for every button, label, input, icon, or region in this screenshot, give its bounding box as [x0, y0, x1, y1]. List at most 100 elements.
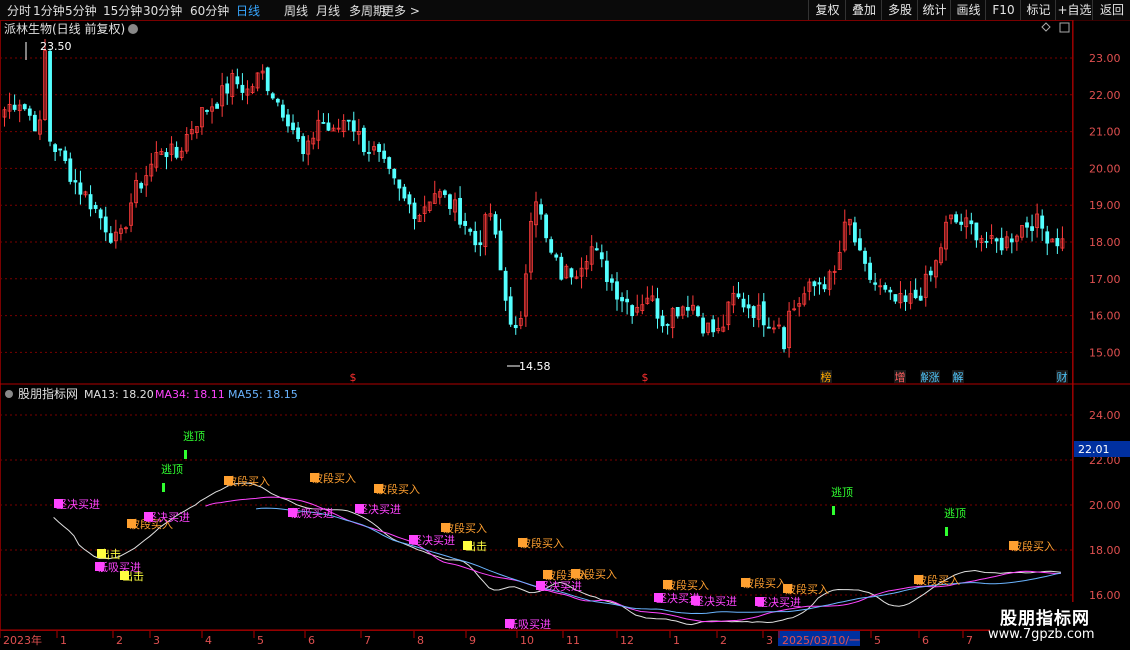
escape-top-bar — [162, 483, 165, 492]
candle-body — [751, 306, 756, 318]
event-marker-5: 涨 — [929, 371, 940, 384]
candle-body — [53, 144, 58, 152]
signal-decisive_buy: 坚决买进 — [757, 596, 801, 609]
candle-body — [549, 239, 554, 253]
signal-wave_buy: 波段买入 — [916, 573, 960, 587]
candle-body — [78, 182, 83, 195]
period-tab-2[interactable]: 5分钟 — [65, 2, 97, 19]
candle-body — [12, 104, 17, 110]
candle-body — [108, 233, 113, 243]
toolbar-button-6[interactable]: 标记 — [1020, 0, 1056, 20]
period-tab-5[interactable]: 60分钟 — [190, 2, 229, 19]
candle-body — [1030, 226, 1034, 231]
signal-wave_buy: 波段买入 — [312, 471, 356, 485]
candle-body — [594, 248, 599, 251]
signal-absorb_buy: 低吸买进 — [507, 618, 551, 631]
period-tab-8[interactable]: 月线 — [316, 2, 340, 19]
candle-body — [1055, 238, 1060, 247]
candle-body — [412, 202, 417, 220]
event-marker-1: $ — [642, 371, 649, 384]
time-axis-label: 5 — [257, 634, 264, 647]
panel-maximize-icon[interactable] — [1059, 22, 1070, 33]
candle-body — [903, 295, 908, 302]
toolbar-button-2[interactable]: 多股 — [881, 0, 918, 20]
indicator-dropdown-icon[interactable] — [5, 390, 13, 398]
period-tab-10[interactable]: 更多 > — [382, 2, 420, 19]
signal-escape_top: 逃顶 — [183, 430, 205, 443]
time-axis-label: 1 — [60, 634, 67, 647]
time-axis-label: 2 — [720, 634, 727, 647]
candle-body — [610, 278, 614, 283]
candle-body — [959, 221, 964, 225]
candle-body — [473, 230, 478, 246]
escape-top-bar — [832, 506, 835, 515]
candle-body — [346, 119, 351, 122]
candle-body — [291, 122, 295, 131]
candle-body — [397, 179, 402, 189]
toolbar: 分时 1分钟 5分钟 15分钟 30分钟 60分钟 日线 周线 月线 多周期 更多 > 复权 叠加 多股统… — [0, 0, 1130, 21]
candle-body — [103, 216, 108, 233]
candle-body — [513, 324, 518, 329]
signal-wave_buy: 波段买入 — [520, 536, 564, 550]
candle-body — [235, 76, 240, 85]
toolbar-button-7[interactable]: +自选 — [1055, 0, 1093, 20]
event-marker-3: 增 — [895, 370, 906, 384]
period-tab-9[interactable]: 多周期 — [349, 2, 385, 19]
period-tab-3[interactable]: 15分钟 — [103, 2, 142, 19]
candle-body — [164, 152, 169, 158]
candle-body — [174, 146, 179, 158]
signal-wave_buy: 波段买入 — [226, 474, 270, 488]
candle-body — [22, 104, 27, 110]
candle-body — [468, 228, 473, 232]
candle-body — [539, 204, 543, 215]
signal-absorb_buy: 低吸买进 — [290, 507, 334, 520]
toolbar-button-4[interactable]: 画线 — [950, 0, 986, 20]
candle-body — [458, 197, 462, 225]
period-tab-6[interactable]: 日线 — [236, 2, 260, 19]
candle-body — [508, 296, 513, 325]
price-ytick-label: 18.00 — [1089, 236, 1121, 249]
candle-body — [893, 294, 898, 302]
candle-body — [569, 268, 574, 278]
candle-body — [281, 104, 285, 118]
panel-option-icon[interactable] — [1041, 22, 1051, 32]
toolbar-button-3[interactable]: 统计 — [917, 0, 951, 20]
candle-body — [630, 305, 635, 317]
candle-body — [685, 307, 690, 311]
candle-body — [660, 315, 665, 327]
period-tab-0[interactable]: 分时 — [7, 2, 31, 19]
time-axis-label: 8 — [417, 634, 424, 647]
indicator-ytick-label: 24.00 — [1089, 409, 1121, 422]
signal-escape_top: 逃顶 — [161, 463, 183, 476]
candle-body — [1009, 238, 1014, 243]
signal-decisive_buy: 坚决买进 — [411, 534, 455, 547]
toolbar-button-5[interactable]: F10 — [985, 0, 1021, 20]
toolbar-button-1[interactable]: 叠加 — [845, 0, 882, 20]
price-ytick-label: 17.00 — [1089, 273, 1121, 286]
signal-decisive_buy: 坚决买进 — [357, 503, 401, 516]
ma13-label: MA13: 18.20 — [84, 388, 154, 401]
candle-body — [265, 67, 270, 92]
signal-attack: 出击 — [465, 539, 487, 553]
candle-body — [98, 209, 103, 219]
period-tab-1[interactable]: 1分钟 — [33, 2, 65, 19]
candle-body — [599, 252, 604, 260]
indicator-title: 股朋指标网 — [18, 386, 78, 401]
time-axis-label: 12 — [620, 634, 634, 647]
candle-body — [974, 222, 979, 241]
toolbar-button-0[interactable]: 复权 — [808, 0, 846, 20]
period-tab-4[interactable]: 30分钟 — [143, 2, 182, 19]
toolbar-button-8[interactable]: 返回 — [1092, 0, 1130, 20]
candle-body — [270, 93, 275, 99]
candle-body — [402, 186, 407, 199]
candle-body — [853, 222, 857, 243]
candle-body — [766, 326, 771, 329]
indicator-ytick-label: 18.00 — [1089, 544, 1121, 557]
current-value-label: 22.01 — [1078, 443, 1110, 456]
title-dropdown-icon[interactable] — [128, 24, 138, 34]
candle-body — [93, 205, 98, 209]
period-tab-7[interactable]: 周线 — [284, 2, 308, 19]
candle-body — [88, 194, 93, 210]
time-axis-label: 5 — [874, 634, 881, 647]
signal-decisive_buy: 坚决买进 — [693, 595, 737, 608]
